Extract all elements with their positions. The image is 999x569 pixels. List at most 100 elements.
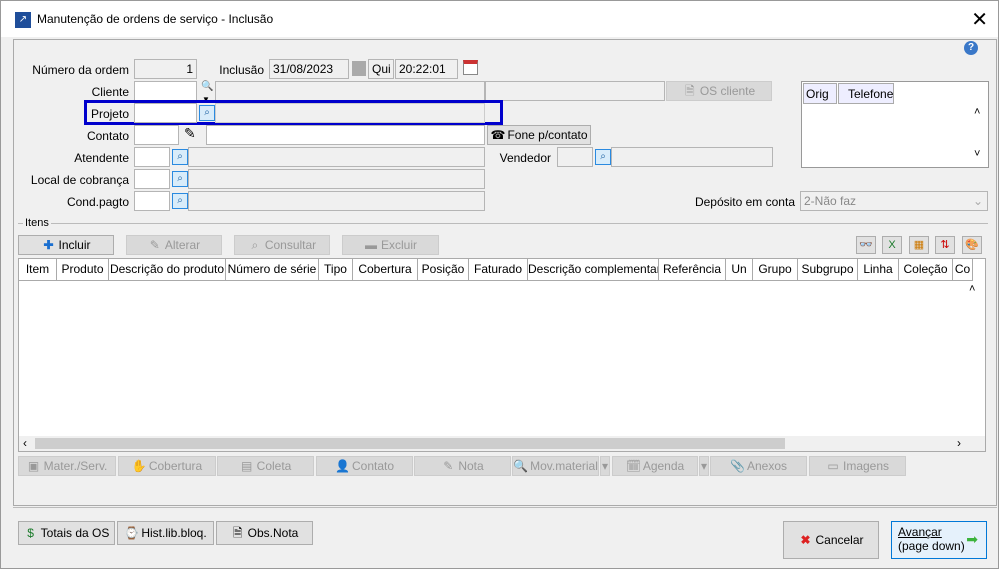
column-header[interactable]: Descrição do produto <box>109 259 226 281</box>
document-icon: 🗎 <box>684 84 695 98</box>
calendar-icon[interactable] <box>352 61 366 76</box>
column-header[interactable]: Faturado <box>469 259 528 281</box>
consultar-button[interactable]: ⌕ Consultar <box>234 235 330 255</box>
atendente-field[interactable] <box>134 147 170 167</box>
incluir-button[interactable]: ✚ Incluir <box>18 235 114 255</box>
cancelar-label: Cancelar <box>815 533 864 547</box>
calendar-date-icon[interactable] <box>463 60 478 75</box>
column-header[interactable]: Co <box>953 259 973 281</box>
column-header[interactable]: Grupo <box>753 259 798 281</box>
tab-button[interactable]: ▭ Imagens <box>809 456 906 476</box>
palette-icon[interactable]: 🎨 <box>962 236 982 254</box>
cond-pagto-search-icon[interactable]: ⌕ <box>172 193 188 209</box>
tab-label: Coleta <box>256 459 292 473</box>
tab-button[interactable]: 🗓 Agenda <box>612 456 698 476</box>
fone-contato-button[interactable]: ☎ Fone p/contato <box>487 125 591 145</box>
projeto-field[interactable] <box>134 103 197 123</box>
tab-button[interactable]: 🔍 Mov.material <box>512 456 599 476</box>
contato-field[interactable] <box>134 125 179 145</box>
phone-col-telefone[interactable]: Telefone <box>838 83 894 104</box>
hist-lib-bloq-button[interactable]: ⌚ Hist.lib.bloq. <box>117 521 214 545</box>
totais-label: Totais da OS <box>40 526 110 540</box>
sort-icon[interactable]: ⇅ <box>935 236 955 254</box>
edit-contact-icon[interactable]: ✎ <box>184 125 196 142</box>
tab-icon: ✎ <box>443 459 454 473</box>
column-header[interactable]: Un <box>726 259 753 281</box>
tab-button[interactable]: 📎 Anexos <box>710 456 807 476</box>
tab-label: Anexos <box>746 459 788 473</box>
cliente-field[interactable] <box>134 81 197 101</box>
dropdown-arrow-icon[interactable]: ▾ <box>600 456 610 476</box>
local-cobranca-field[interactable] <box>134 169 170 189</box>
excluir-button[interactable]: ▬ Excluir <box>342 235 439 255</box>
excel-icon[interactable]: X <box>882 236 902 254</box>
tab-label: Mov.material <box>530 459 598 473</box>
alterar-label: Alterar <box>164 238 201 252</box>
cliente-name-field <box>215 81 485 101</box>
vendedor-label: Vendedor <box>499 151 551 165</box>
phone-col-orig[interactable]: Orig <box>803 83 837 104</box>
chevron-down-icon: ⌄ <box>972 194 983 208</box>
dropdown-arrow-icon[interactable]: ▾ <box>699 456 709 476</box>
horizontal-scrollbar[interactable]: ‹ › <box>19 436 985 451</box>
deposito-select[interactable]: 2-Não faz ⌄ <box>800 191 988 211</box>
grid-scroll-up-icon[interactable]: ˄ <box>969 283 975 295</box>
column-header[interactable]: Linha <box>858 259 899 281</box>
totais-os-button[interactable]: $ Totais da OS <box>18 521 115 545</box>
scroll-left-icon[interactable]: ‹ <box>23 436 27 450</box>
column-header[interactable]: Número de série <box>226 259 319 281</box>
os-cliente-button[interactable]: 🗎 OS cliente <box>666 81 772 101</box>
tab-button[interactable]: ▣ Mater./Serv. <box>18 456 116 476</box>
tab-icon: 🔍 <box>513 459 529 473</box>
view-icon: ⌕ <box>251 238 259 252</box>
scroll-down-icon[interactable]: ˅ <box>974 148 980 160</box>
column-header[interactable]: Cobertura <box>353 259 418 281</box>
close-button[interactable]: ✕ <box>971 7 988 32</box>
cancelar-button[interactable]: ✖ Cancelar <box>783 521 879 559</box>
column-header[interactable]: Subgrupo <box>798 259 858 281</box>
scroll-up-icon[interactable]: ˄ <box>974 106 980 118</box>
column-header[interactable]: Referência <box>659 259 726 281</box>
atendente-search-icon[interactable]: ⌕ <box>172 149 188 165</box>
tab-button[interactable]: ✋ Cobertura <box>118 456 216 476</box>
tab-button[interactable]: ▤ Coleta <box>217 456 314 476</box>
tab-button[interactable]: 👤 Contato <box>316 456 413 476</box>
alterar-button[interactable]: ✎ Alterar <box>126 235 222 255</box>
obs-label: Obs.Nota <box>247 526 299 540</box>
column-header[interactable]: Item <box>19 259 57 281</box>
column-header[interactable]: Tipo <box>319 259 353 281</box>
inclusao-date-field[interactable]: 31/08/2023 <box>269 59 349 79</box>
arrow-right-icon: ➡ <box>966 531 978 547</box>
window-title: Manutenção de ordens de serviço - Inclus… <box>37 12 274 26</box>
contato-name-field[interactable] <box>206 125 485 145</box>
scroll-right-icon[interactable]: › <box>957 436 961 450</box>
vendedor-field[interactable] <box>557 147 593 167</box>
tab-icon: 👤 <box>334 459 350 473</box>
column-header[interactable]: Descrição complementar <box>528 259 659 281</box>
layout-icon[interactable]: ▦ <box>909 236 929 254</box>
obs-nota-button[interactable]: 🗎 Obs.Nota <box>216 521 313 545</box>
projeto-name-field <box>215 103 485 123</box>
cliente-search-icon[interactable]: 🔍 <box>201 81 213 92</box>
tab-icon: 🗓 <box>625 459 642 473</box>
cond-pagto-field[interactable] <box>134 191 170 211</box>
tab-button[interactable]: ✎ Nota <box>414 456 511 476</box>
avancar-button[interactable]: Avançar (page down) ➡ <box>891 521 987 559</box>
note-icon: 🗎 <box>232 526 243 540</box>
help-icon[interactable]: ? <box>964 41 978 55</box>
projeto-search-icon[interactable]: ⌕ <box>199 105 215 121</box>
binoculars-icon[interactable]: 👓 <box>856 236 876 254</box>
tab-label: Agenda <box>642 459 685 473</box>
atendente-label: Atendente <box>74 151 129 165</box>
local-cobranca-search-icon[interactable]: ⌕ <box>172 171 188 187</box>
inclusao-day-field: Qui <box>368 59 394 79</box>
column-header[interactable]: Coleção <box>899 259 953 281</box>
column-header[interactable]: Posição <box>418 259 469 281</box>
column-header[interactable]: Produto <box>57 259 109 281</box>
scrollbar-thumb[interactable] <box>35 438 785 449</box>
money-icon: $ <box>27 526 34 540</box>
vendedor-search-icon[interactable]: ⌕ <box>595 149 611 165</box>
plus-icon: ✚ <box>43 238 54 252</box>
cliente-extra-field <box>485 81 665 101</box>
inclusao-time-field: 20:22:01 <box>395 59 458 79</box>
